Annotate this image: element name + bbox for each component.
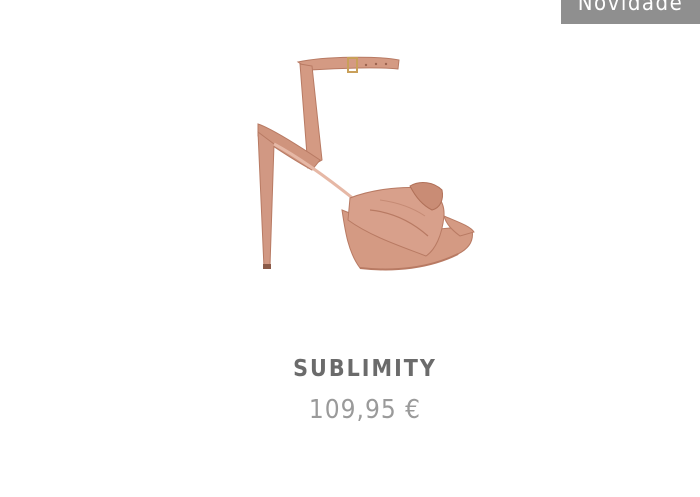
new-badge: Novidade <box>561 0 700 24</box>
product-name[interactable]: SUBLIMITY <box>0 356 700 382</box>
new-badge-label: Novidade <box>577 0 684 16</box>
product-card[interactable]: Novidade SUBLIMITY 109,95 € <box>0 0 700 497</box>
product-image[interactable] <box>230 40 490 280</box>
sandal-image <box>257 56 475 271</box>
product-price: 109,95 € <box>308 395 422 425</box>
